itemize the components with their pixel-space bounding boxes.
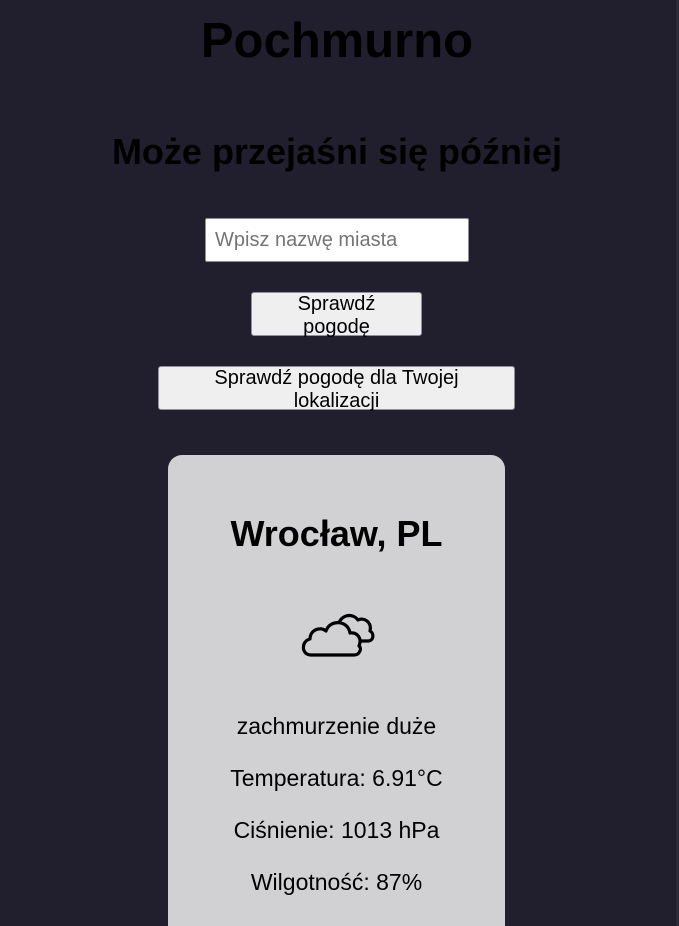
weather-card: Wrocław, PL zachmurzenie duże Temperatur… (168, 455, 505, 926)
weather-description: zachmurzenie duże (236, 713, 437, 739)
page-title: Pochmurno (200, 14, 474, 68)
check-location-weather-button[interactable]: Sprawdź pogodę dla Twojej lokalizacji (158, 366, 515, 412)
humidity-value: Wilgotność: 87% (250, 869, 423, 895)
cloudy-icon (301, 613, 375, 657)
weather-app-page: Pochmurno Może przejaśni się później Spr… (0, 0, 679, 926)
check-weather-button[interactable]: Sprawdź pogodę (251, 292, 422, 338)
temperature-value: Temperatura: 6.91°C (230, 765, 443, 791)
page-subtitle: Może przejaśni się później (111, 131, 563, 172)
pressure-value: Ciśnienie: 1013 hPa (233, 817, 440, 843)
city-search-input[interactable] (205, 218, 469, 262)
city-name: Wrocław, PL (230, 513, 443, 554)
